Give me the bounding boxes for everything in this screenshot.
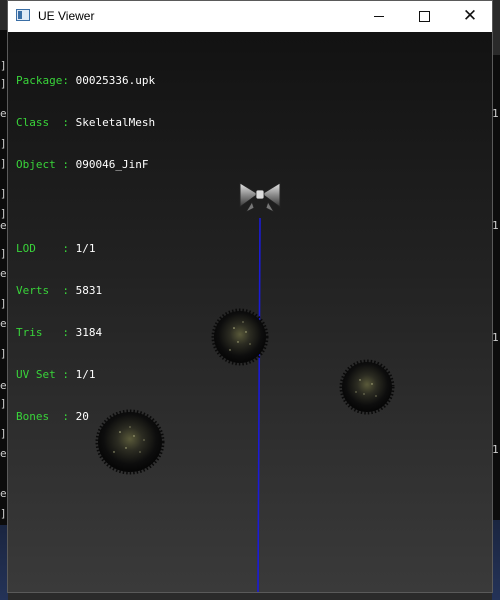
info-bones: Bones : 20 xyxy=(16,410,155,424)
info-value: 090046_JinF xyxy=(75,158,149,171)
info-class: Class : SkeletalMesh xyxy=(16,116,155,130)
info-value: 5831 xyxy=(75,284,103,297)
info-verts: Verts : 5831 xyxy=(16,284,155,298)
3d-viewport[interactable]: Package: 00025336.upk Class : SkeletalMe… xyxy=(8,32,492,592)
info-value: 3184 xyxy=(75,326,103,339)
info-value: 20 xyxy=(75,410,89,423)
maximize-button[interactable] xyxy=(401,1,447,32)
info-label: Class : xyxy=(16,116,76,129)
title-bar[interactable]: UE Viewer ✕ xyxy=(8,1,492,32)
minimize-button[interactable] xyxy=(356,1,402,32)
mesh-blob xyxy=(339,359,395,415)
info-spacer xyxy=(16,200,155,214)
mesh-blob xyxy=(211,308,269,366)
close-icon: ✕ xyxy=(462,6,478,26)
info-package: Package: 00025336.upk xyxy=(16,74,155,88)
info-label: Package: xyxy=(16,74,76,87)
info-tris: Tris : 3184 xyxy=(16,326,155,340)
info-value: SkeletalMesh xyxy=(75,116,156,129)
minimize-icon xyxy=(374,16,384,17)
mesh-info-overlay: Package: 00025336.upk Class : SkeletalMe… xyxy=(16,46,155,452)
app-icon[interactable] xyxy=(16,9,30,21)
info-label: UV Set : xyxy=(16,368,76,381)
info-value: 00025336.upk xyxy=(75,74,156,87)
info-object: Object : 090046_JinF xyxy=(16,158,155,172)
info-label: Tris : xyxy=(16,326,76,339)
bone-line xyxy=(257,217,261,592)
window-title: UE Viewer xyxy=(38,9,95,23)
maximize-icon xyxy=(418,11,430,22)
background-console-right: 1111 xyxy=(492,55,500,525)
close-button[interactable]: ✕ xyxy=(447,1,493,32)
info-label: LOD : xyxy=(16,242,76,255)
ue-viewer-window: UE Viewer ✕ Package: 00025336.upk Class … xyxy=(7,0,493,593)
info-label: Object : xyxy=(16,158,76,171)
bow-mesh xyxy=(239,182,281,213)
background-desktop xyxy=(492,520,500,600)
info-value: 1/1 xyxy=(75,368,96,381)
info-lod: LOD : 1/1 xyxy=(16,242,155,256)
info-value: 1/1 xyxy=(75,242,96,255)
info-uvset: UV Set : 1/1 xyxy=(16,368,155,382)
info-label: Verts : xyxy=(16,284,76,297)
info-label: Bones : xyxy=(16,410,76,423)
